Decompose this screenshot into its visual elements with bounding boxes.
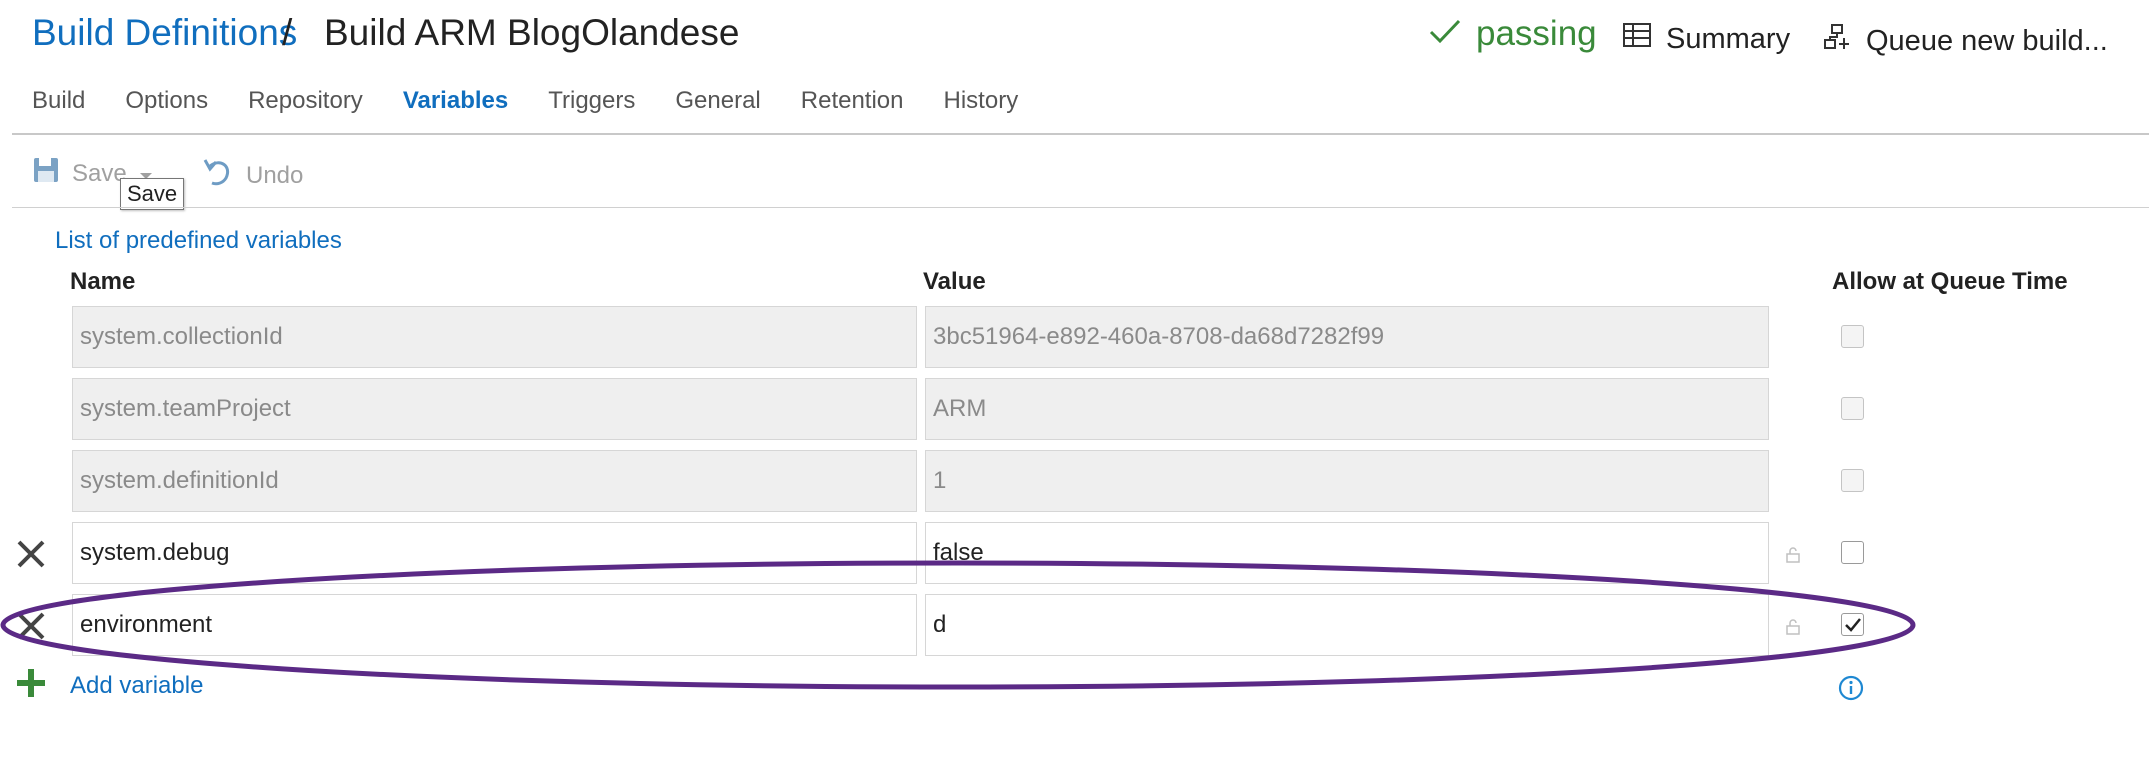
queue-time-checkbox bbox=[1841, 397, 1864, 420]
tab-triggers[interactable]: Triggers bbox=[548, 86, 635, 130]
variable-value-field: ARM bbox=[925, 378, 1769, 440]
tab-build[interactable]: Build bbox=[32, 86, 85, 130]
add-variable-button[interactable]: Add variable bbox=[14, 666, 203, 705]
save-label: Save bbox=[72, 159, 127, 187]
queue-time-checkbox bbox=[1841, 469, 1864, 492]
queue-time-checkbox[interactable] bbox=[1841, 613, 1864, 636]
queue-build-icon bbox=[1822, 22, 1852, 60]
queue-new-build-button[interactable]: Queue new build... bbox=[1822, 22, 2108, 60]
tabs-divider bbox=[12, 133, 2149, 135]
save-tooltip: Save bbox=[120, 178, 185, 210]
plus-icon bbox=[14, 666, 48, 705]
column-header-name: Name bbox=[70, 268, 136, 295]
tab-general[interactable]: General bbox=[675, 86, 760, 130]
variable-name-field[interactable]: system.debug bbox=[72, 522, 917, 584]
undo-icon bbox=[202, 156, 234, 195]
variable-value-field[interactable]: false bbox=[925, 522, 1769, 584]
column-header-value: Value bbox=[923, 268, 986, 295]
breadcrumb-build-definitions[interactable]: Build Definitions bbox=[32, 12, 297, 54]
tab-variables[interactable]: Variables bbox=[403, 86, 508, 130]
check-icon bbox=[1428, 14, 1462, 54]
checkmark-icon bbox=[1844, 617, 1861, 632]
undo-button[interactable]: Undo bbox=[202, 156, 303, 195]
summary-label: Summary bbox=[1666, 22, 1791, 55]
tab-retention[interactable]: Retention bbox=[801, 86, 904, 130]
floppy-disk-icon bbox=[32, 156, 60, 191]
undo-label: Undo bbox=[246, 161, 304, 189]
lock-icon[interactable] bbox=[1785, 547, 1801, 563]
tab-options[interactable]: Options bbox=[125, 86, 208, 130]
queue-time-checkbox bbox=[1841, 325, 1864, 348]
breadcrumb-separator: / bbox=[282, 12, 293, 53]
page-title: Build ARM BlogOlandese bbox=[324, 12, 740, 53]
variable-name-field[interactable]: environment bbox=[72, 594, 917, 656]
toolbar-divider bbox=[12, 207, 2149, 208]
queue-time-checkbox[interactable] bbox=[1841, 541, 1864, 564]
delete-variable-icon[interactable] bbox=[14, 609, 48, 643]
table-icon bbox=[1622, 22, 1652, 56]
variable-name-field: system.teamProject bbox=[72, 378, 917, 440]
build-status-badge[interactable]: passing bbox=[1428, 14, 1597, 54]
variable-name-field: system.collectionId bbox=[72, 306, 917, 368]
variable-value-field[interactable]: d bbox=[925, 594, 1769, 656]
definition-tabs: Build Options Repository Variables Trigg… bbox=[32, 86, 1058, 130]
add-variable-label: Add variable bbox=[70, 671, 204, 699]
variable-name-field: system.definitionId bbox=[72, 450, 917, 512]
predefined-variables-link[interactable]: List of predefined variables bbox=[55, 227, 342, 255]
tab-history[interactable]: History bbox=[944, 86, 1019, 130]
summary-button[interactable]: Summary bbox=[1622, 22, 1790, 56]
variable-value-field: 3bc51964-e892-460a-8708-da68d7282f99 bbox=[925, 306, 1769, 368]
tab-repository[interactable]: Repository bbox=[248, 86, 363, 130]
column-header-queue-time: Allow at Queue Time bbox=[1832, 268, 2068, 295]
lock-icon[interactable] bbox=[1785, 619, 1801, 635]
queue-label: Queue new build... bbox=[1866, 24, 2108, 57]
info-icon[interactable] bbox=[1838, 675, 1864, 701]
status-text: passing bbox=[1476, 14, 1597, 53]
delete-variable-icon[interactable] bbox=[14, 537, 48, 571]
variable-value-field: 1 bbox=[925, 450, 1769, 512]
